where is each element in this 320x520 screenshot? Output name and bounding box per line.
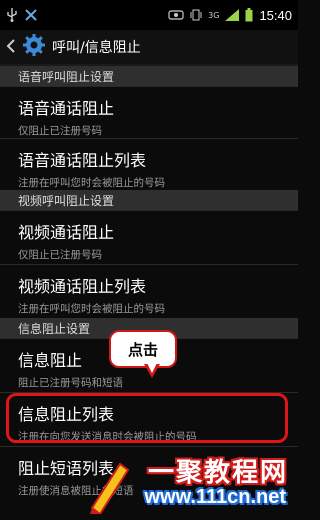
- tools-icon: [24, 8, 38, 22]
- watermark-site-name: 一聚教程网: [147, 458, 288, 488]
- section-header-voice: 语音呼叫阻止设置: [0, 66, 298, 86]
- status-bar: 3G 15:40: [0, 0, 298, 30]
- list-item-voice-block-list[interactable]: 语音通话阻止列表 注册在呼叫您时会被阻止的号码: [0, 138, 298, 190]
- item-subtitle: 注册在呼叫您时会被阻止的号码: [18, 303, 165, 315]
- watermark: 一聚教程网 www.111cn.net: [86, 452, 294, 514]
- watermark-pencil-logo: [90, 462, 130, 514]
- battery-icon: [245, 8, 253, 22]
- tap-callout: 点击: [109, 330, 177, 368]
- item-title: 语音通话阻止列表: [18, 151, 147, 170]
- list-item-video-block-list[interactable]: 视频通话阻止列表 注册在呼叫您时会被阻止的号码: [0, 264, 298, 318]
- list-item-video-block[interactable]: 视频通话阻止 仅阻止已注册号码: [0, 210, 298, 264]
- watermark-site-url: www.111cn.net: [144, 486, 286, 508]
- usb-icon: [6, 8, 18, 22]
- item-subtitle: 注册在呼叫您时会被阻止的号码: [18, 177, 165, 189]
- clock: 15:40: [259, 7, 292, 23]
- callout-tail-inner: [147, 363, 157, 373]
- no-sim-icon: [168, 9, 184, 21]
- network-type-icon: 3G: [208, 10, 220, 20]
- signal-icon: [225, 9, 240, 21]
- section-header-video: 视频呼叫阻止设置: [0, 190, 298, 210]
- back-chevron-icon[interactable]: [6, 37, 16, 58]
- action-bar[interactable]: 呼叫/信息阻止: [0, 30, 298, 66]
- item-subtitle: 仅阻止已注册号码: [18, 249, 102, 261]
- item-title: 语音通话阻止: [18, 99, 115, 118]
- vibrate-icon: [190, 9, 202, 21]
- item-subtitle: 仅阻止已注册号码: [18, 125, 102, 137]
- page-title: 呼叫/信息阻止: [52, 40, 141, 56]
- highlight-box: [6, 393, 288, 443]
- settings-gear-icon[interactable]: [22, 33, 46, 61]
- item-title: 视频通话阻止列表: [18, 277, 147, 296]
- item-title: 视频通话阻止: [18, 223, 115, 242]
- list-item-voice-block[interactable]: 语音通话阻止 仅阻止已注册号码: [0, 86, 298, 138]
